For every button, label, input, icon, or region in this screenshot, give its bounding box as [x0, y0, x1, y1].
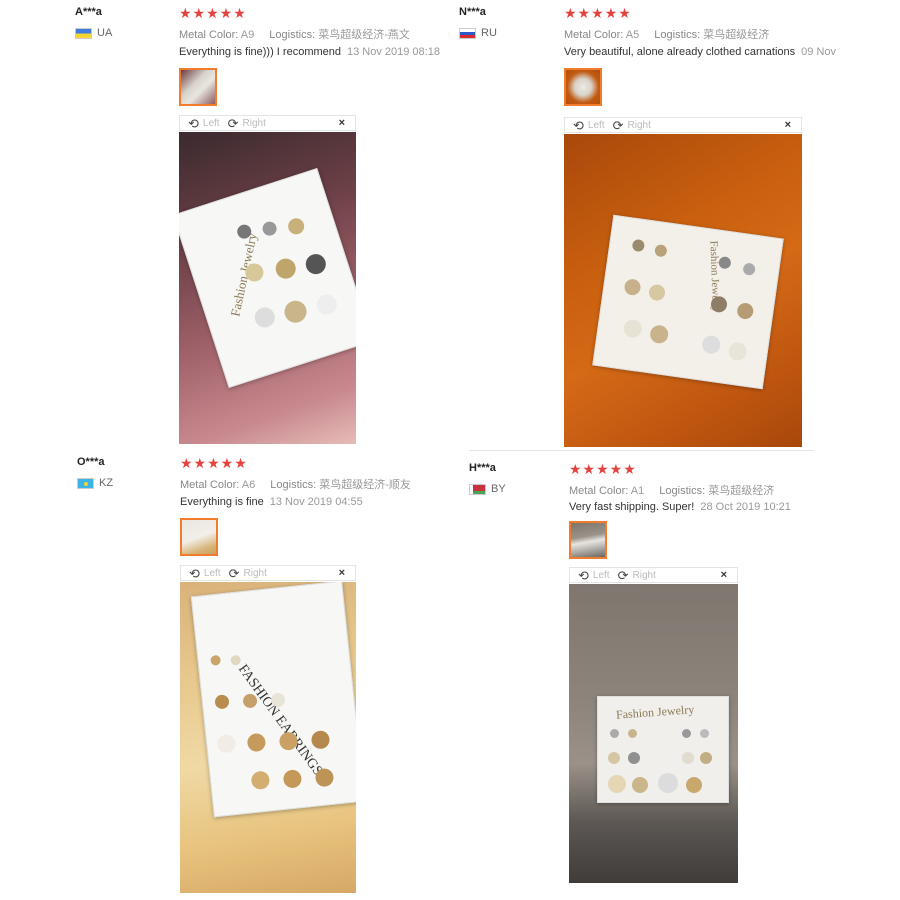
- review-text: Very fast shipping. Super! 28 Oct 2019 10…: [569, 501, 791, 513]
- review-date: 13 Nov 2019 08:18: [347, 46, 440, 58]
- country-code: RU: [481, 27, 497, 39]
- metal-color-label: Metal Color:: [569, 485, 629, 497]
- logistics-value: 菜鸟超级经济-顺友: [319, 479, 411, 491]
- review-photo: Fashion Jewelry: [179, 132, 356, 444]
- rotate-left-label: Left: [587, 119, 605, 131]
- card-brand-text: Fashion Jewelry: [615, 702, 695, 722]
- rotate-right-button[interactable]: ⟳ Right: [613, 119, 651, 132]
- review-photo-thumbnail[interactable]: [569, 521, 607, 559]
- rotate-right-label: Right: [627, 119, 651, 131]
- logistics-label: Logistics:: [269, 29, 316, 41]
- rating-stars: ★★★★★: [564, 5, 632, 21]
- earring-card: Fashion Jewelry: [592, 214, 784, 390]
- kz-flag-icon: [77, 477, 94, 489]
- rating-stars: ★★★★★: [569, 461, 637, 477]
- rotate-left-icon: ⟲: [578, 567, 589, 583]
- metal-color-value: A6: [241, 479, 256, 491]
- logistics-label: Logistics:: [654, 29, 701, 41]
- card-brand-text: FASHION EARRINGS: [234, 662, 326, 779]
- rotate-left-button[interactable]: ⟲ Left: [578, 569, 610, 582]
- rotate-right-button[interactable]: ⟳ Right: [229, 567, 267, 580]
- rotate-left-icon: ⟲: [573, 117, 584, 133]
- close-viewer-button[interactable]: ×: [785, 119, 791, 131]
- logistics-label: Logistics:: [270, 479, 317, 491]
- country-code: KZ: [99, 477, 114, 489]
- rotate-left-button[interactable]: ⟲ Left: [188, 117, 220, 130]
- earring-card: FASHION EARRINGS: [190, 582, 356, 818]
- reviewer-name: H***a: [469, 462, 496, 474]
- rotate-left-label: Left: [202, 117, 220, 129]
- earring-card: Fashion Jewelry: [597, 696, 729, 803]
- rotate-right-icon: ⟳: [617, 567, 629, 583]
- country-code: BY: [491, 483, 506, 495]
- metal-color-label: Metal Color:: [564, 29, 624, 41]
- review-text: Very beautiful, alone already clothed ca…: [564, 46, 836, 58]
- photo-viewer-toolbar: ⟲ Left ⟳ Right ×: [564, 117, 802, 133]
- rotate-right-icon: ⟳: [612, 117, 624, 133]
- reviewer-country: KZ: [77, 477, 113, 489]
- rating-stars: ★★★★★: [180, 455, 248, 471]
- close-viewer-button[interactable]: ×: [721, 569, 727, 581]
- review-text: Everything is fine 13 Nov 2019 04:55: [180, 496, 363, 508]
- metal-color-label: Metal Color:: [179, 29, 239, 41]
- review-date: 09 Nov: [801, 46, 837, 58]
- review-body: Very fast shipping. Super!: [569, 501, 695, 513]
- review-date: 13 Nov 2019 04:55: [269, 496, 363, 508]
- rotate-right-icon: ⟳: [227, 115, 239, 131]
- sku-info: Metal Color: A1 Logistics: 菜鸟超级经济: [569, 482, 786, 498]
- reviewer-name: A***a: [75, 6, 102, 18]
- logistics-value: 菜鸟超级经济-燕文: [318, 29, 410, 41]
- rotate-left-label: Left: [203, 567, 221, 579]
- review-body: Everything is fine))) I recommend: [179, 46, 341, 58]
- rotate-left-button[interactable]: ⟲ Left: [573, 119, 605, 132]
- reviewer-name: N***a: [459, 6, 486, 18]
- rotate-right-label: Right: [243, 567, 267, 579]
- metal-color-value: A1: [630, 485, 645, 497]
- reviewer-country: UA: [75, 27, 112, 39]
- review-photo: Fashion Jewelry: [564, 134, 802, 447]
- sku-info: Metal Color: A9 Logistics: 菜鸟超级经济-燕文: [179, 26, 422, 42]
- review-body: Very beautiful, alone already clothed ca…: [564, 46, 796, 58]
- close-viewer-button[interactable]: ×: [339, 117, 345, 129]
- rotate-right-label: Right: [632, 569, 656, 581]
- review-photo-thumbnail[interactable]: [180, 518, 218, 556]
- review-photo: Fashion Jewelry: [569, 584, 738, 883]
- rotate-left-button[interactable]: ⟲ Left: [189, 567, 221, 580]
- metal-color-value: A9: [240, 29, 255, 41]
- ru-flag-icon: [459, 27, 476, 39]
- review-photo: FASHION EARRINGS: [180, 582, 356, 893]
- by-flag-icon: [469, 483, 486, 495]
- review-date: 28 Oct 2019 10:21: [700, 501, 791, 513]
- sku-info: Metal Color: A5 Logistics: 菜鸟超级经济: [564, 26, 781, 42]
- review-divider: [469, 450, 814, 451]
- metal-color-label: Metal Color:: [180, 479, 240, 491]
- review-photo-thumbnail[interactable]: [179, 68, 217, 106]
- reviewer-name: O***a: [77, 456, 105, 468]
- rotate-right-button[interactable]: ⟳ Right: [228, 117, 266, 130]
- logistics-value: 菜鸟超级经济: [708, 485, 775, 497]
- review-photo-thumbnail[interactable]: [564, 68, 602, 106]
- rotate-left-label: Left: [592, 569, 610, 581]
- review-body: Everything is fine: [180, 496, 264, 508]
- rotate-left-icon: ⟲: [188, 115, 199, 131]
- sku-info: Metal Color: A6 Logistics: 菜鸟超级经济-顺友: [180, 476, 423, 492]
- country-code: UA: [97, 27, 113, 39]
- logistics-label: Logistics:: [659, 485, 706, 497]
- photo-viewer-toolbar: ⟲ Left ⟳ Right ×: [569, 567, 738, 583]
- reviewer-country: RU: [459, 27, 497, 39]
- photo-viewer-toolbar: ⟲ Left ⟳ Right ×: [180, 565, 356, 581]
- photo-viewer-toolbar: ⟲ Left ⟳ Right ×: [179, 115, 356, 131]
- review-text: Everything is fine))) I recommend 13 Nov …: [179, 46, 440, 58]
- rotate-right-icon: ⟳: [228, 565, 240, 581]
- close-viewer-button[interactable]: ×: [339, 567, 345, 579]
- rotate-left-icon: ⟲: [189, 565, 200, 581]
- logistics-value: 菜鸟超级经济: [703, 29, 770, 41]
- rotate-right-label: Right: [242, 117, 266, 129]
- rating-stars: ★★★★★: [179, 5, 247, 21]
- rotate-right-button[interactable]: ⟳ Right: [618, 569, 656, 582]
- ua-flag-icon: [75, 27, 92, 39]
- metal-color-value: A5: [625, 29, 640, 41]
- earring-card: Fashion Jewelry: [179, 167, 356, 389]
- reviewer-country: BY: [469, 483, 506, 495]
